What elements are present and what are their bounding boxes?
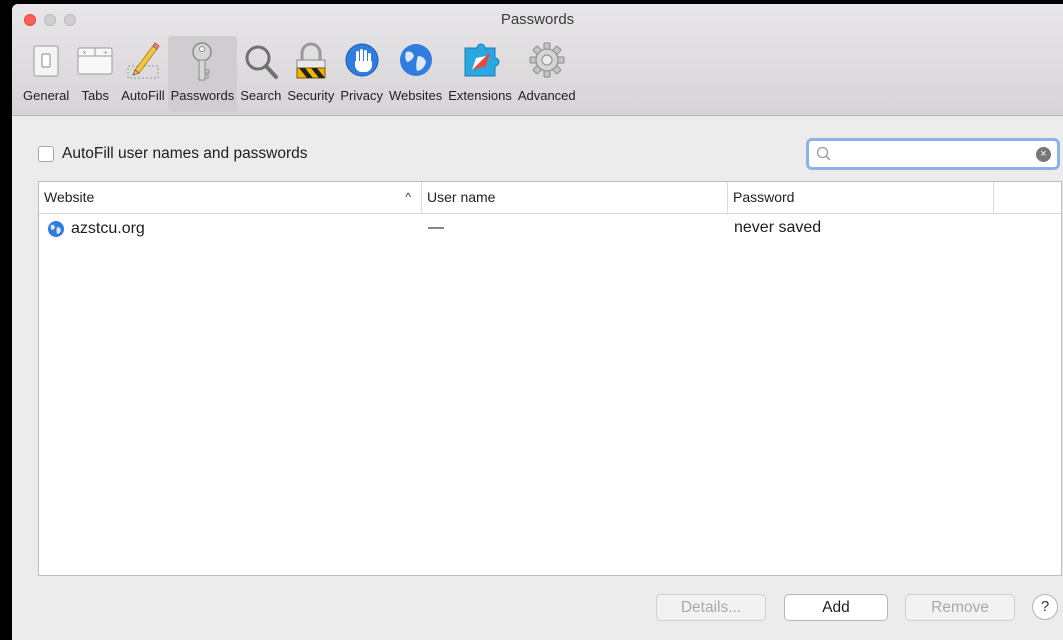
- search-field[interactable]: ×: [806, 138, 1060, 170]
- row-website-cell: azstcu.org: [47, 214, 145, 244]
- preferences-window: Passwords General × + Tabs AutoFill Pass…: [12, 4, 1063, 640]
- tab-passwords-label: Passwords: [170, 88, 235, 103]
- details-button[interactable]: Details...: [656, 594, 766, 621]
- tab-tabs[interactable]: × + Tabs: [72, 36, 118, 112]
- tab-autofill[interactable]: AutoFill: [118, 36, 167, 112]
- passwords-pane: AutoFill user names and passwords × Webs…: [12, 117, 1063, 640]
- tab-general-label: General: [23, 88, 70, 103]
- autofill-option[interactable]: AutoFill user names and passwords: [38, 145, 308, 163]
- magnifier-icon: [245, 45, 278, 79]
- tab-extensions-label: Extensions: [448, 88, 512, 103]
- general-switch-icon: [33, 45, 59, 77]
- globe-icon: [48, 221, 64, 237]
- tab-advanced[interactable]: Advanced: [515, 36, 579, 112]
- tab-search[interactable]: Search: [237, 36, 284, 112]
- column-header-website-label: Website: [44, 189, 95, 205]
- tab-passwords[interactable]: Passwords: [167, 36, 238, 112]
- tab-general[interactable]: General: [20, 36, 72, 112]
- svg-text:+: +: [103, 50, 108, 57]
- column-header-website[interactable]: Website ^: [39, 182, 421, 213]
- autofill-checkbox[interactable]: [38, 146, 54, 162]
- tab-privacy[interactable]: Privacy: [337, 36, 386, 112]
- tabs-icon: × +: [77, 47, 113, 75]
- add-button[interactable]: Add: [784, 594, 888, 621]
- hand-icon: [345, 43, 379, 77]
- pencil-icon: [127, 42, 160, 79]
- search-icon: [816, 146, 831, 161]
- row-password-cell: never saved: [734, 219, 822, 236]
- autofill-checkbox-label: AutoFill user names and passwords: [62, 145, 308, 162]
- row-website-text: azstcu.org: [71, 220, 145, 237]
- window-title: Passwords: [500, 11, 575, 28]
- lock-icon: [296, 42, 326, 79]
- tab-websites-label: Websites: [388, 88, 443, 103]
- remove-button[interactable]: Remove: [905, 594, 1015, 621]
- tab-security-label: Security: [287, 88, 335, 103]
- svg-text:×: ×: [82, 50, 87, 57]
- table-row[interactable]: azstcu.org — never saved: [39, 214, 1061, 244]
- sort-ascending-icon: ^: [405, 190, 411, 204]
- tab-advanced-label: Advanced: [517, 88, 576, 103]
- table-header: Website ^ User name Password: [39, 182, 1061, 214]
- column-header-password[interactable]: Password: [727, 182, 993, 213]
- tab-autofill-label: AutoFill: [121, 88, 165, 103]
- tab-security[interactable]: Security: [284, 36, 337, 112]
- clear-search-icon[interactable]: ×: [1036, 147, 1051, 162]
- tab-websites[interactable]: Websites: [386, 36, 445, 112]
- gear-icon: [529, 42, 565, 78]
- preferences-toolbar: General × + Tabs AutoFill Passwords Sear…: [20, 36, 579, 112]
- passwords-table: Website ^ User name Password azstcu.org …: [38, 181, 1062, 576]
- key-icon: [192, 42, 213, 81]
- help-button[interactable]: ?: [1032, 594, 1058, 620]
- column-header-empty: [993, 182, 1063, 213]
- titlebar: Passwords General × + Tabs AutoFill Pass…: [12, 4, 1063, 116]
- puzzle-icon: [464, 43, 500, 77]
- tab-search-label: Search: [240, 88, 282, 103]
- globe-icon: [399, 44, 432, 76]
- tab-extensions[interactable]: Extensions: [445, 36, 515, 112]
- column-header-username[interactable]: User name: [421, 182, 727, 213]
- tab-tabs-label: Tabs: [81, 88, 109, 103]
- row-username-cell: —: [428, 219, 444, 236]
- tab-privacy-label: Privacy: [340, 88, 383, 103]
